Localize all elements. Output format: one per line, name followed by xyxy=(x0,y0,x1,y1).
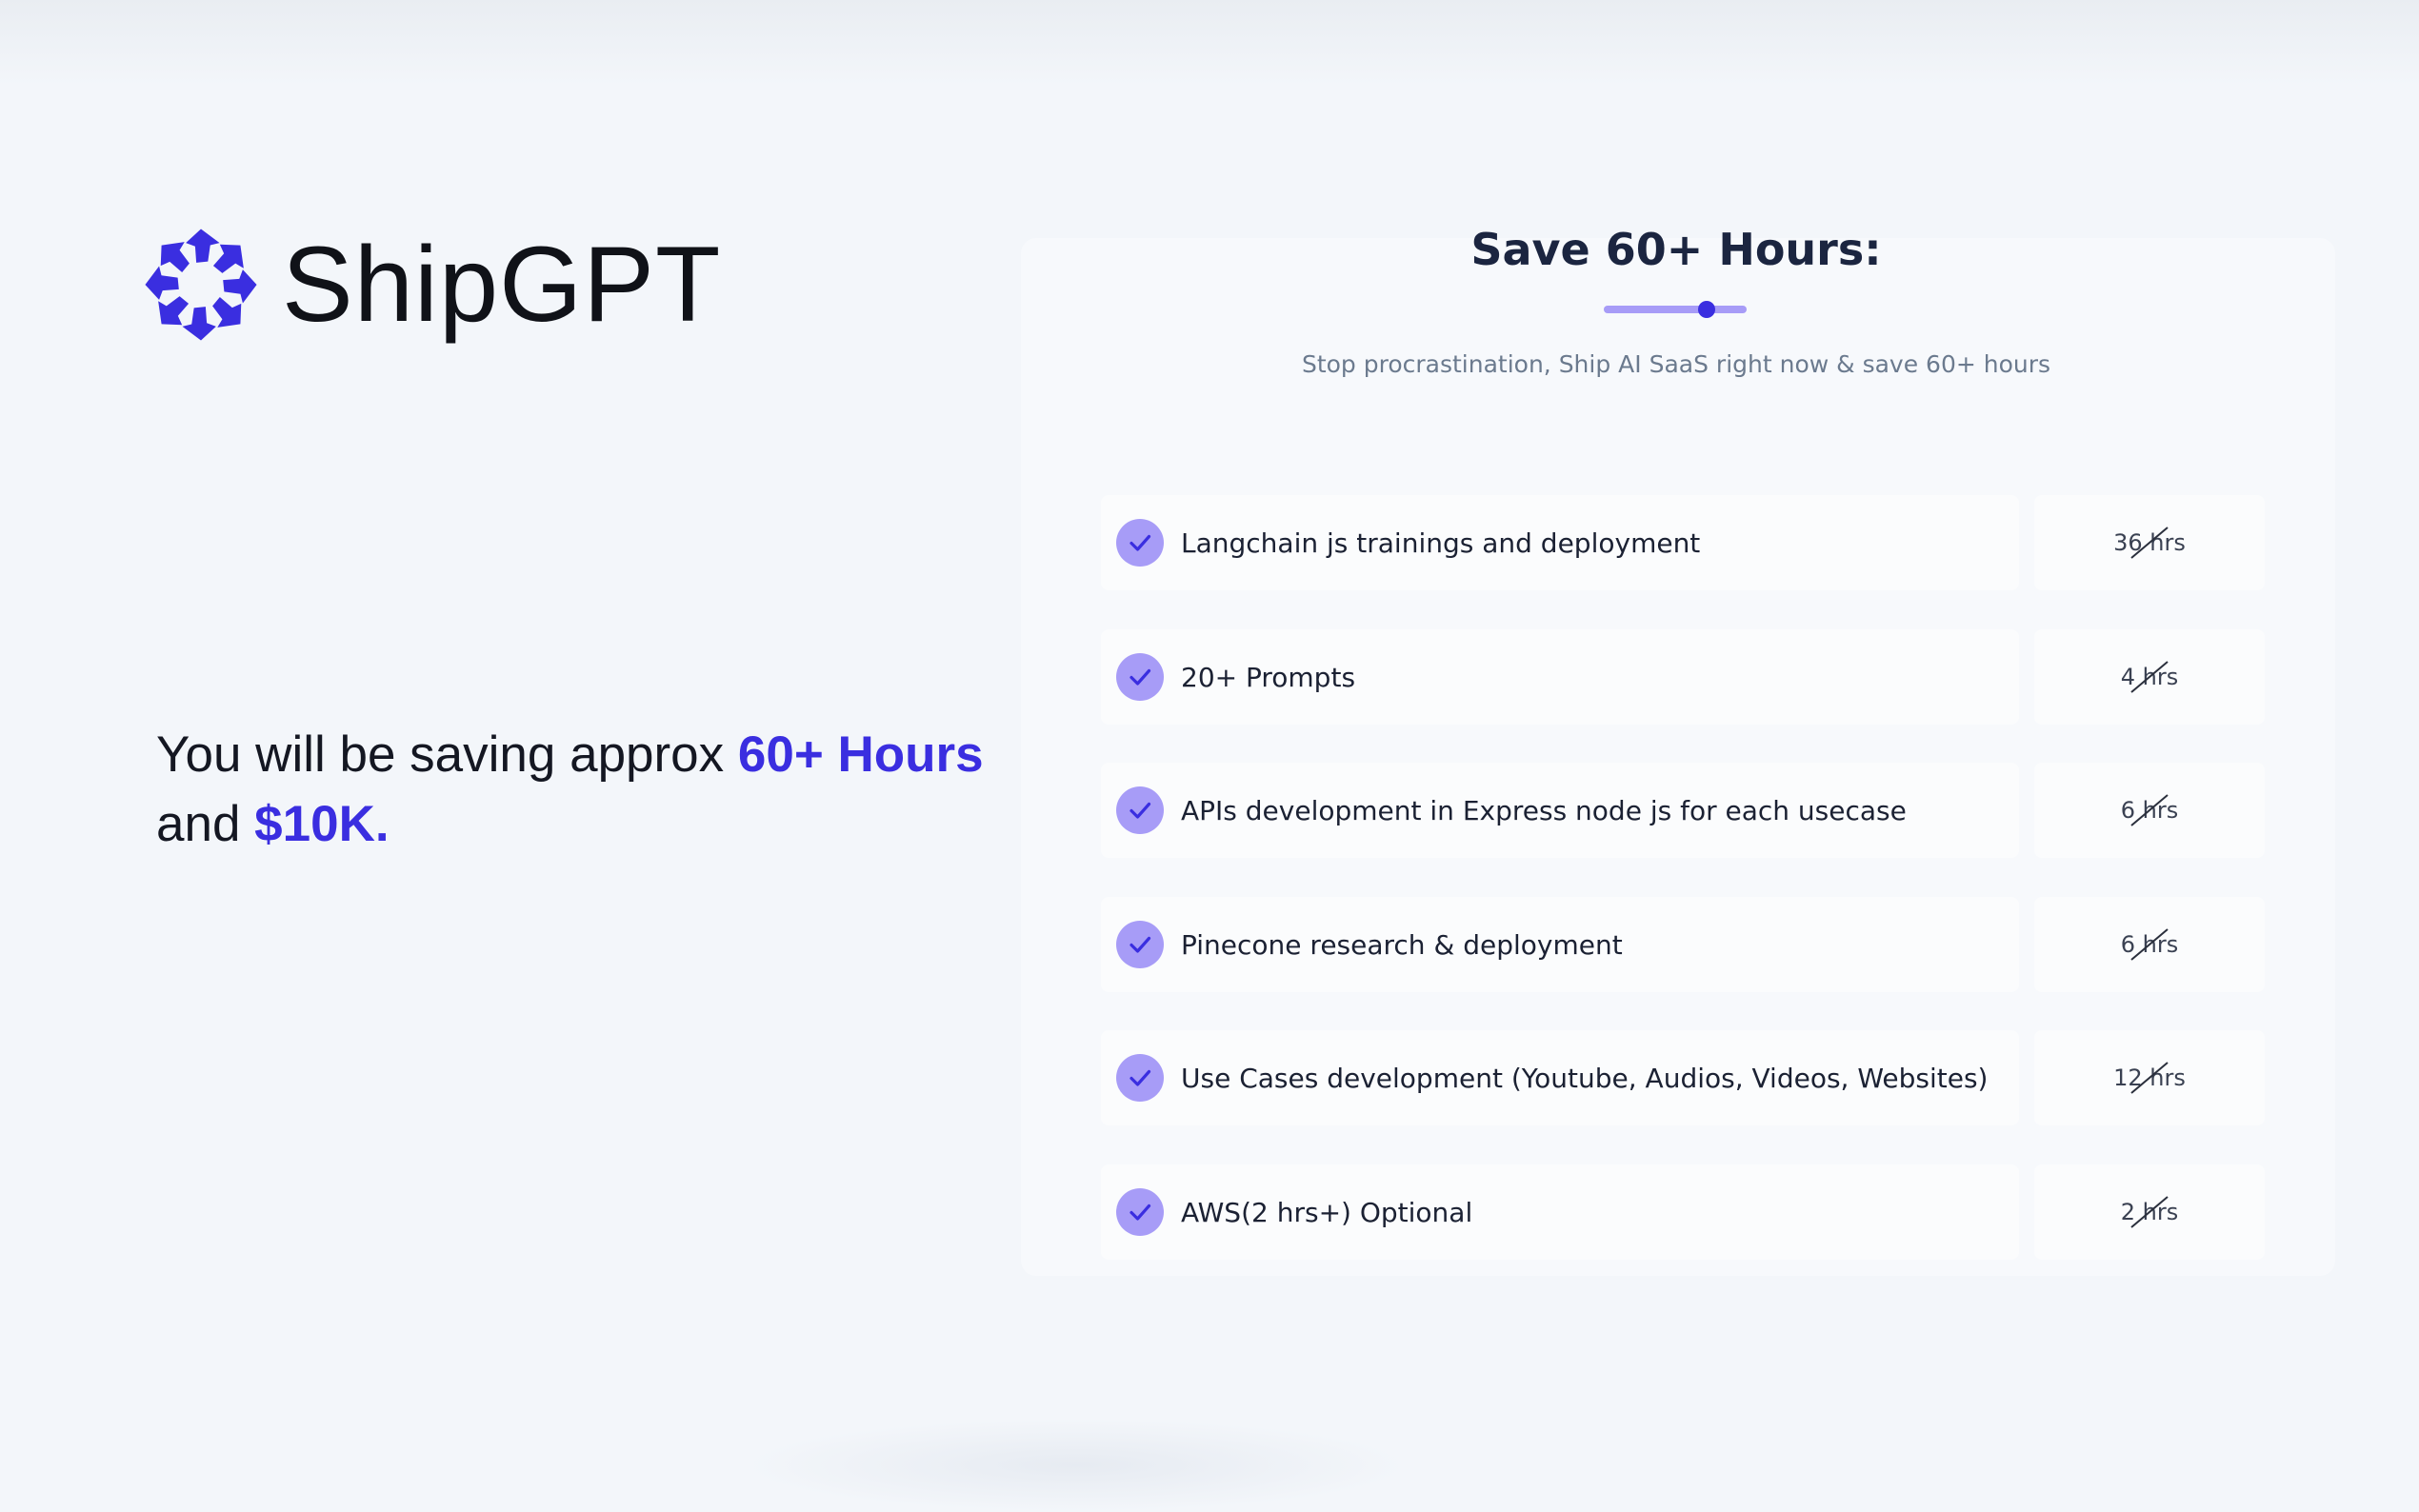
savings-hours-highlight: 60+ Hours xyxy=(737,726,984,783)
feature-hours: 4 hrs xyxy=(2120,661,2179,693)
savings-slider-thumb[interactable] xyxy=(1698,301,1715,318)
check-icon xyxy=(1116,1054,1164,1102)
panel-title: Save 60+ Hours: xyxy=(1470,224,1882,275)
feature-row: 20+ Prompts xyxy=(1101,629,2019,725)
feature-row: Use Cases development (Youtube, Audios, … xyxy=(1101,1030,2019,1125)
feature-hours-text: 6 hrs xyxy=(2120,797,2179,824)
savings-money-highlight: $10K. xyxy=(254,796,390,852)
feature-row: Pinecone research & deployment xyxy=(1101,897,2019,992)
panel-subtitle: Stop procrastination, Ship AI SaaS right… xyxy=(1301,350,2051,378)
feature-hours-cell: 36 hrs xyxy=(2034,495,2265,590)
brand-name: ShipGPT xyxy=(282,225,722,344)
feature-hours-cell: 2 hrs xyxy=(2034,1164,2265,1260)
feature-hours: 12 hrs xyxy=(2113,1062,2186,1094)
savings-slider-track[interactable] xyxy=(1604,306,1747,313)
feature-label: Use Cases development (Youtube, Audios, … xyxy=(1181,1062,1989,1094)
savings-connector: and xyxy=(156,796,255,852)
check-icon xyxy=(1116,921,1164,968)
feature-row: AWS(2 hrs+) Optional xyxy=(1101,1164,2019,1260)
feature-hours-text: 6 hrs xyxy=(2120,931,2179,958)
feature-hours-text: 2 hrs xyxy=(2120,1199,2179,1225)
check-icon xyxy=(1116,1188,1164,1236)
feature-label: 20+ Prompts xyxy=(1181,661,1356,693)
spiral-arrows-icon xyxy=(145,229,257,341)
feature-hours: 6 hrs xyxy=(2120,928,2179,961)
feature-hours-cell: 6 hrs xyxy=(2034,897,2265,992)
feature-label: Pinecone research & deployment xyxy=(1181,928,1623,961)
feature-row: Langchain js trainings and deployment xyxy=(1101,495,2019,590)
feature-hours-text: 36 hrs xyxy=(2113,529,2186,556)
feature-hours-text: 12 hrs xyxy=(2113,1064,2186,1091)
feature-hours: 36 hrs xyxy=(2113,527,2186,559)
brand-logo[interactable]: ShipGPT xyxy=(143,227,721,343)
feature-hours-text: 4 hrs xyxy=(2120,664,2179,690)
feature-label: AWS(2 hrs+) Optional xyxy=(1181,1196,1473,1228)
bottom-background-haze xyxy=(743,1419,1409,1512)
feature-label: Langchain js trainings and deployment xyxy=(1181,527,1701,559)
savings-message: You will be saving approx 60+ Hours and … xyxy=(156,720,1013,859)
feature-row: APIs development in Express node js for … xyxy=(1101,763,2019,858)
feature-hours: 6 hrs xyxy=(2120,794,2179,826)
check-icon xyxy=(1116,519,1164,567)
feature-hours-cell: 12 hrs xyxy=(2034,1030,2265,1125)
feature-label: APIs development in Express node js for … xyxy=(1181,794,1907,826)
savings-prefix: You will be saving approx xyxy=(156,726,738,783)
top-background-haze xyxy=(0,0,2419,86)
feature-hours-cell: 6 hrs xyxy=(2034,763,2265,858)
feature-hours-cell: 4 hrs xyxy=(2034,629,2265,725)
check-icon xyxy=(1116,786,1164,834)
check-icon xyxy=(1116,653,1164,701)
feature-hours: 2 hrs xyxy=(2120,1196,2179,1228)
